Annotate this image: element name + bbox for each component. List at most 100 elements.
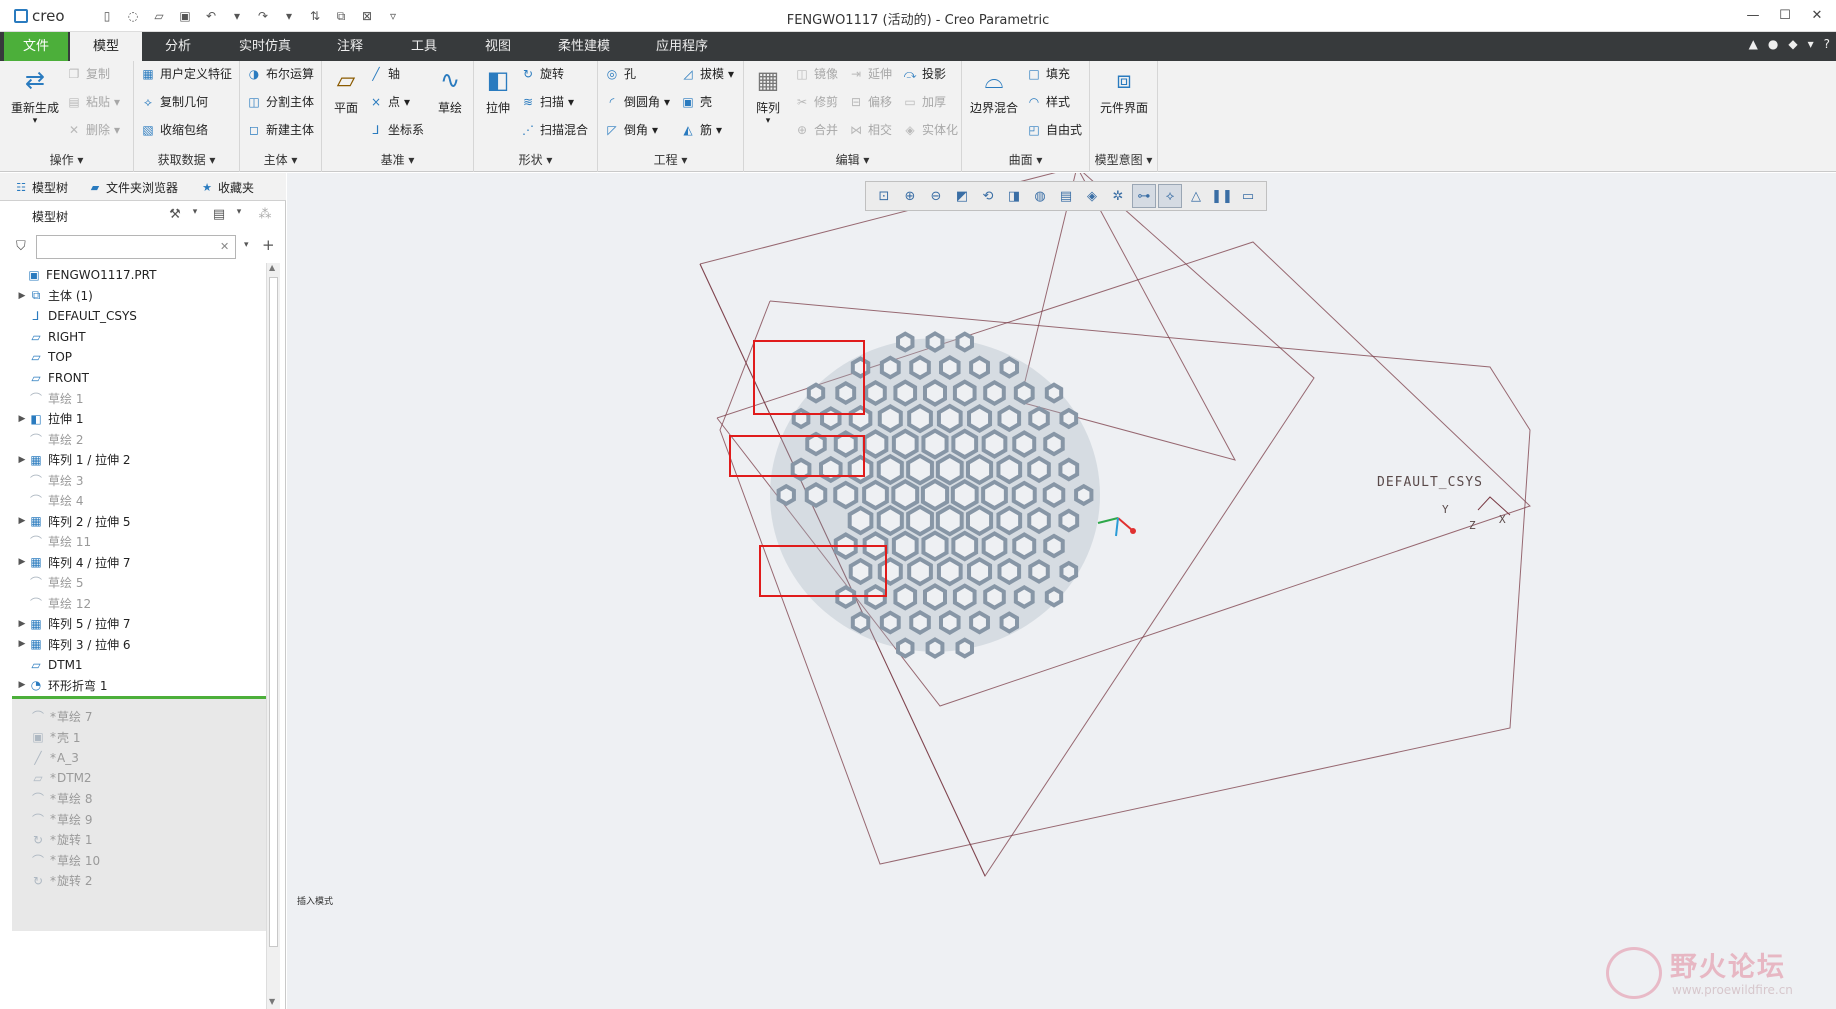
redo-dropdown-icon[interactable]: ▾ (278, 6, 300, 26)
boundary-blend-button[interactable]: ⌓ 边界混合 (966, 65, 1022, 116)
save-icon[interactable]: ▣ (174, 6, 196, 26)
thicken-button[interactable]: ▭ 加厚 (902, 91, 946, 113)
tab-tools[interactable]: 工具 (396, 32, 452, 61)
collapse-ribbon-icon[interactable]: ▲ (1749, 37, 1758, 51)
tab-view[interactable]: 视图 (470, 32, 526, 61)
tree-filter-options-icon[interactable]: ⁂ (256, 207, 274, 225)
rib-button[interactable]: ◭ 筋 ▾ (680, 119, 722, 141)
simulation-icon[interactable]: △ (1184, 184, 1208, 208)
tree-show-dropdown-icon[interactable]: ▾ (230, 207, 248, 225)
nav-tab-folder-browser[interactable]: ▰ 文件夹浏览器 (88, 177, 178, 199)
group-label-get-data[interactable]: 获取数据 ▾ (134, 151, 239, 168)
revolve-button[interactable]: ↻ 旋转 (520, 63, 564, 85)
hole-button[interactable]: ◎ 孔 (604, 63, 636, 85)
saved-orientations-icon[interactable]: ◨ (1002, 184, 1026, 208)
merge-button[interactable]: ⊕ 合并 (794, 119, 838, 141)
refit-icon[interactable]: ⊡ (872, 184, 896, 208)
reorient-icon[interactable]: ⟲ (976, 184, 1000, 208)
settings-icon[interactable]: ◆ (1788, 37, 1797, 51)
help-icon[interactable]: ? (1824, 37, 1830, 51)
split-body-button[interactable]: ◫ 分割主体 (246, 91, 314, 113)
tree-scroll-thumb[interactable] (269, 277, 278, 947)
freestyle-button[interactable]: ◰ 自由式 (1026, 119, 1082, 141)
expand-arrow-icon[interactable]: ▶ (16, 291, 28, 301)
new-body-button[interactable]: ◻ 新建主体 (246, 119, 314, 141)
close-button[interactable]: ✕ (1806, 6, 1828, 26)
group-label-operations[interactable]: 操作 ▾ (0, 151, 133, 168)
undo-dropdown-icon[interactable]: ▾ (226, 6, 248, 26)
intersect-button[interactable]: ⋈ 相交 (848, 119, 892, 141)
regenerate-button[interactable]: ⇄ 重新生成 ▾ (8, 65, 62, 126)
shell-button[interactable]: ▣ 壳 (680, 91, 712, 113)
open-file-icon[interactable]: ▱ (148, 6, 170, 26)
zoom-out-icon[interactable]: ⊖ (924, 184, 948, 208)
add-filter-icon[interactable]: + (262, 236, 275, 254)
tab-analysis[interactable]: 分析 (148, 32, 208, 61)
group-label-engineering[interactable]: 工程 ▾ (598, 151, 743, 168)
extend-button[interactable]: ⇥ 延伸 (848, 63, 892, 85)
tree-show-icon[interactable]: ▤ (210, 207, 228, 225)
round-button[interactable]: ◜ 倒圆角 ▾ (604, 91, 670, 113)
swept-blend-button[interactable]: ⋰ 扫描混合 (520, 119, 588, 141)
tab-live-simulation[interactable]: 实时仿真 (228, 32, 302, 61)
tab-model[interactable]: 模型 (70, 32, 142, 61)
nav-tab-model-tree[interactable]: ☷ 模型树 (14, 177, 68, 199)
tab-annotate[interactable]: 注释 (322, 32, 378, 61)
group-label-surfaces[interactable]: 曲面 ▾ (962, 151, 1089, 168)
tree-settings-icon[interactable]: ⚒ (166, 207, 184, 225)
redo-icon[interactable]: ↷ (252, 6, 274, 26)
group-label-datum[interactable]: 基准 ▾ (322, 151, 473, 168)
annotation-display-icon[interactable]: ⊶ (1132, 184, 1156, 208)
view-manager-icon[interactable]: ▤ (1054, 184, 1078, 208)
expand-arrow-icon[interactable]: ▶ (16, 557, 28, 567)
user-icon[interactable]: ● (1768, 37, 1778, 51)
chamfer-button[interactable]: ◸ 倒角 ▾ (604, 119, 658, 141)
expand-arrow-icon[interactable]: ▶ (16, 680, 28, 690)
udf-button[interactable]: ▦ 用户定义特征 (140, 63, 232, 85)
fill-button[interactable]: □ 填充 (1026, 63, 1070, 85)
scroll-up-icon[interactable]: ▲ (269, 263, 275, 272)
sweep-button[interactable]: ≋ 扫描 ▾ (520, 91, 574, 113)
maximize-button[interactable]: ☐ (1774, 6, 1796, 26)
pattern-button[interactable]: ▦ 阵列 ▾ (748, 65, 788, 126)
mirror-button[interactable]: ◫ 镜像 (794, 63, 838, 85)
expand-arrow-icon[interactable]: ▶ (16, 639, 28, 649)
customize-qat-icon[interactable]: ▿ (382, 6, 404, 26)
delete-button[interactable]: ✕ 删除 ▾ (66, 119, 120, 141)
datum-display-icon[interactable]: ✲ (1106, 184, 1130, 208)
draft-button[interactable]: ◿ 拔模 ▾ (680, 63, 734, 85)
tab-file[interactable]: 文件 (4, 32, 68, 61)
plane-button[interactable]: ▱ 平面 (326, 65, 366, 116)
group-label-shapes[interactable]: 形状 ▾ (474, 151, 597, 168)
shrinkwrap-button[interactable]: ▧ 收缩包络 (140, 119, 208, 141)
minimize-button[interactable]: — (1742, 6, 1764, 26)
undo-icon[interactable]: ↶ (200, 6, 222, 26)
copy-geometry-button[interactable]: ⟡ 复制几何 (140, 91, 208, 113)
solidify-button[interactable]: ◈ 实体化 (902, 119, 958, 141)
paste-button[interactable]: ▤ 粘贴 ▾ (66, 91, 120, 113)
regenerate-small-icon[interactable]: ⇅ (304, 6, 326, 26)
csys-button[interactable]: ⅃ 坐标系 (368, 119, 424, 141)
repaint-icon[interactable]: ◩ (950, 184, 974, 208)
graphics-window[interactable]: ⊡ ⊕ ⊖ ◩ ⟲ ◨ ◍ ▤ ◈ ✲ ⊶ ⟡ △ ❚❚ ▭ DEFAULT_C… (287, 173, 1836, 1009)
new-file-icon[interactable]: ▯ (96, 6, 118, 26)
tree-scrollbar[interactable]: ▲ ▼ (266, 263, 280, 1009)
help-dropdown-icon[interactable]: ▾ (1808, 37, 1814, 51)
group-label-body[interactable]: 主体 ▾ (240, 151, 321, 168)
extrude-button[interactable]: ◧ 拉伸 (478, 65, 518, 116)
open-session-icon[interactable]: ◌ (122, 6, 144, 26)
sketch-button[interactable]: ∿ 草绘 (430, 65, 470, 116)
axis-button[interactable]: ╱ 轴 (368, 63, 400, 85)
project-button[interactable]: ⤼ 投影 (902, 63, 946, 85)
windows-icon[interactable]: ⧉ (330, 6, 352, 26)
expand-arrow-icon[interactable]: ▶ (16, 516, 28, 526)
tab-flexible-modeling[interactable]: 柔性建模 (546, 32, 622, 61)
tree-item-after-insert[interactable]: ↻ * 旋转 2 (0, 869, 266, 893)
scroll-down-icon[interactable]: ▼ (269, 997, 275, 1006)
perspective-icon[interactable]: ◈ (1080, 184, 1104, 208)
filter-dropdown-icon[interactable]: ▾ (244, 240, 249, 250)
boolean-button[interactable]: ◑ 布尔运算 (246, 63, 314, 85)
tab-applications[interactable]: 应用程序 (642, 32, 722, 61)
copy-button[interactable]: ❐ 复制 (66, 63, 110, 85)
nav-tab-favorites[interactable]: ★ 收藏夹 (200, 177, 254, 199)
